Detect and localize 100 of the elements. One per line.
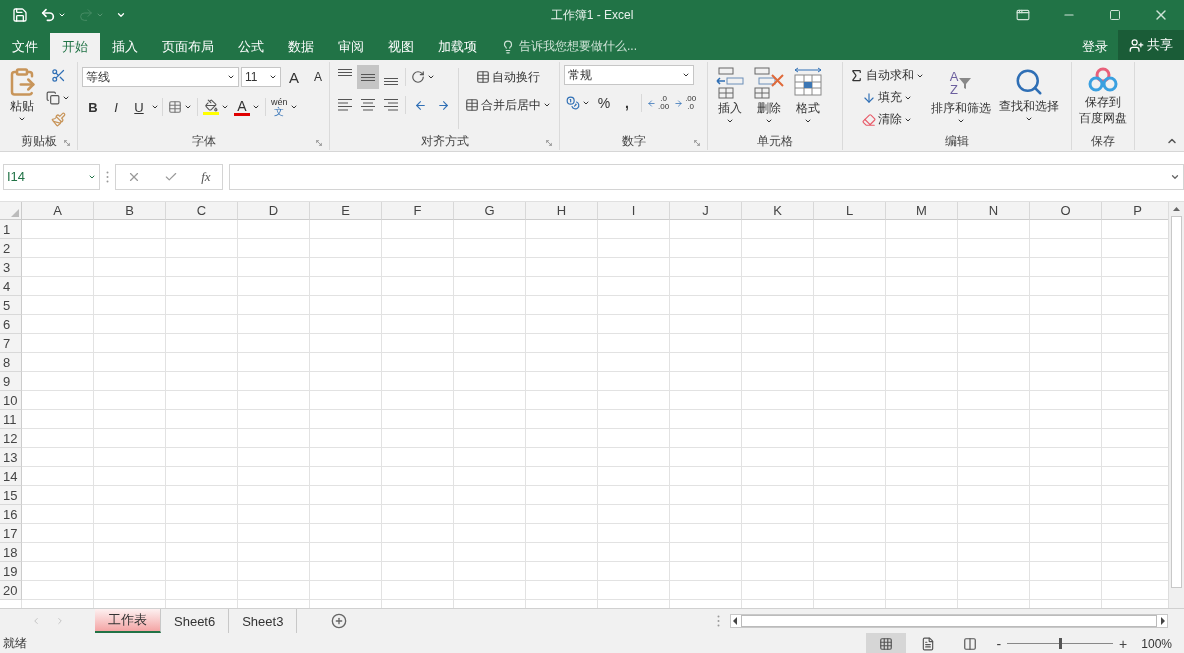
percent-button[interactable]: % bbox=[593, 91, 615, 115]
ribbon-tab[interactable]: 数据 bbox=[276, 33, 326, 60]
share-button[interactable]: 共享 bbox=[1118, 30, 1184, 60]
find-select-button[interactable]: 查找和选择 bbox=[996, 65, 1062, 132]
column-header[interactable]: D bbox=[238, 202, 310, 220]
delete-cells-button[interactable]: 删除 bbox=[750, 65, 788, 132]
horizontal-scrollbar[interactable] bbox=[730, 614, 1168, 628]
column-header[interactable]: G bbox=[454, 202, 526, 220]
column-header[interactable]: O bbox=[1030, 202, 1102, 220]
decrease-decimal-button[interactable]: .00 .0 bbox=[672, 91, 699, 115]
merge-center-button[interactable]: 合并后居中 bbox=[463, 93, 553, 117]
paste-button[interactable]: 粘贴 bbox=[4, 65, 40, 132]
ribbon-tab[interactable]: 页面布局 bbox=[150, 33, 226, 60]
italic-button[interactable]: I bbox=[105, 95, 127, 119]
column-header[interactable]: P bbox=[1102, 202, 1168, 220]
row-header[interactable]: 5 bbox=[0, 296, 22, 315]
row-header[interactable]: 7 bbox=[0, 334, 22, 353]
group-label: 字体 bbox=[191, 132, 216, 150]
caret-icon bbox=[58, 11, 66, 19]
ribbon-tab[interactable]: 加载项 bbox=[426, 33, 489, 60]
row-header[interactable]: 18 bbox=[0, 543, 22, 562]
column-header[interactable]: N bbox=[958, 202, 1030, 220]
sign-in-button[interactable]: 登录 bbox=[1072, 33, 1118, 60]
sort-filter-button[interactable]: A Z 排序和筛选 bbox=[928, 65, 994, 132]
column-header[interactable]: I bbox=[598, 202, 670, 220]
comma-button[interactable]: , bbox=[616, 91, 638, 115]
row-header[interactable]: 12 bbox=[0, 429, 22, 448]
column-header[interactable]: C bbox=[166, 202, 238, 220]
column-header[interactable]: K bbox=[742, 202, 814, 220]
tell-me-field[interactable]: 告诉我您想要做什么... bbox=[519, 38, 637, 55]
bold-button[interactable]: B bbox=[82, 95, 104, 119]
save-to-cloud-button[interactable]: 保存到 百度网盘 bbox=[1076, 65, 1130, 132]
formula-input[interactable] bbox=[229, 163, 1184, 190]
scroll-thumb[interactable] bbox=[741, 615, 1157, 627]
column-header[interactable]: J bbox=[670, 202, 742, 220]
dialog-launcher-icon[interactable] bbox=[315, 139, 323, 147]
vertical-align-button[interactable] bbox=[357, 65, 379, 89]
row-header[interactable]: 8 bbox=[0, 353, 22, 372]
row-header[interactable]: 10 bbox=[0, 391, 22, 410]
ribbon-tab[interactable]: 审阅 bbox=[326, 33, 376, 60]
row-header[interactable]: 16 bbox=[0, 505, 22, 524]
ribbon-tab[interactable]: 公式 bbox=[226, 33, 276, 60]
zoom-in-button[interactable]: + bbox=[1115, 635, 1132, 652]
column-header[interactable]: F bbox=[382, 202, 454, 220]
clear-button[interactable]: 清除 bbox=[847, 109, 926, 130]
dialog-launcher-icon[interactable] bbox=[693, 139, 701, 147]
ribbon-tab[interactable]: 文件 bbox=[0, 33, 50, 60]
autosum-button[interactable]: 自动求和 bbox=[847, 65, 926, 86]
scroll-right-icon[interactable] bbox=[1159, 617, 1167, 625]
ribbon-tab[interactable]: 视图 bbox=[376, 33, 426, 60]
sheet-tab[interactable]: 工作表 bbox=[95, 609, 161, 633]
column-header[interactable]: L bbox=[814, 202, 886, 220]
column-header[interactable]: B bbox=[94, 202, 166, 220]
vertical-scrollbar[interactable] bbox=[1168, 202, 1184, 608]
column-header[interactable]: A bbox=[22, 202, 94, 220]
insert-cells-button[interactable]: 插入 bbox=[712, 65, 748, 132]
scroll-thumb[interactable] bbox=[1171, 216, 1182, 588]
increase-decimal-button[interactable]: .0 .00 bbox=[645, 91, 672, 115]
font-color-button[interactable]: A bbox=[232, 95, 262, 119]
scroll-up-icon[interactable] bbox=[1173, 207, 1180, 211]
number-format-field[interactable]: 常规 bbox=[564, 65, 694, 85]
phonetic-guide-button[interactable]: wén 文 bbox=[269, 95, 300, 119]
view-button[interactable] bbox=[866, 633, 907, 653]
column-header[interactable]: E bbox=[310, 202, 382, 220]
row-header[interactable]: 14 bbox=[0, 467, 22, 486]
insert-function-button[interactable]: fx bbox=[201, 168, 211, 185]
ribbon-tab[interactable]: 开始 bbox=[50, 33, 100, 60]
row-header[interactable]: 4 bbox=[0, 277, 22, 296]
row-header[interactable]: 15 bbox=[0, 486, 22, 505]
wrap-text-button[interactable]: 自动换行 bbox=[463, 65, 553, 89]
fill-button[interactable]: 填充 bbox=[847, 87, 926, 108]
column-header[interactable]: H bbox=[526, 202, 598, 220]
font-size-field[interactable]: 11 bbox=[241, 67, 281, 87]
row-header[interactable]: 1 bbox=[0, 220, 22, 239]
format-cells-icon bbox=[793, 67, 823, 99]
row-header[interactable]: 3 bbox=[0, 258, 22, 277]
zoom-out-button[interactable]: - bbox=[992, 635, 1006, 652]
ribbon-tab[interactable]: 插入 bbox=[100, 33, 150, 60]
name-box[interactable]: I14 bbox=[3, 163, 100, 190]
row-header[interactable]: 20 bbox=[0, 581, 22, 600]
row-header[interactable]: 11 bbox=[0, 410, 22, 429]
caret-icon bbox=[269, 73, 277, 81]
row-header[interactable]: 9 bbox=[0, 372, 22, 391]
underline-button[interactable]: U bbox=[128, 95, 150, 119]
zoom-slider-thumb[interactable] bbox=[1059, 638, 1063, 649]
dialog-launcher-icon[interactable] bbox=[545, 139, 553, 147]
column-header[interactable]: M bbox=[886, 202, 958, 220]
row-header[interactable]: 6 bbox=[0, 315, 22, 334]
row-header[interactable]: 2 bbox=[0, 239, 22, 258]
row-header[interactable]: 13 bbox=[0, 448, 22, 467]
font-name-field[interactable]: 等线 bbox=[82, 67, 239, 87]
scroll-left-icon[interactable] bbox=[731, 617, 739, 625]
row-header[interactable]: 17 bbox=[0, 524, 22, 543]
format-cells-button[interactable]: 格式 bbox=[790, 65, 826, 132]
increase-font-button[interactable]: A bbox=[283, 65, 305, 89]
decrease-font-button[interactable]: A bbox=[307, 65, 329, 89]
group-label: 对齐方式 bbox=[420, 132, 469, 150]
rotate-icon bbox=[411, 70, 425, 84]
dialog-launcher-icon[interactable] bbox=[63, 139, 71, 147]
row-header[interactable]: 19 bbox=[0, 562, 22, 581]
